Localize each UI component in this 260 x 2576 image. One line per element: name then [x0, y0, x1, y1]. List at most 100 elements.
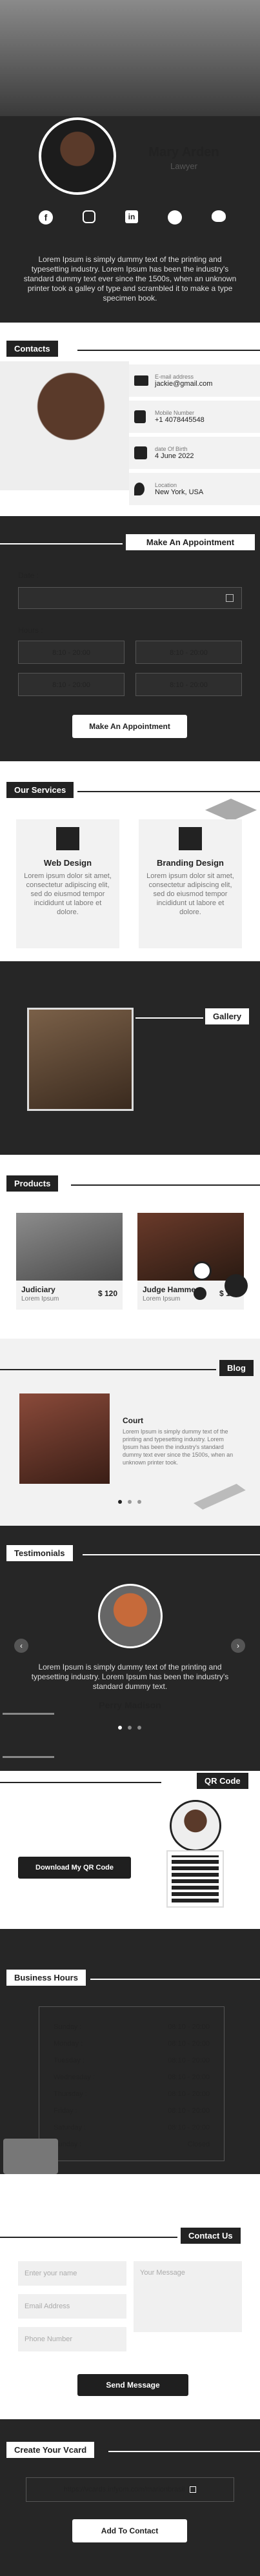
contact-value: +1 4078445548: [155, 416, 205, 424]
product-image: [16, 1213, 123, 1281]
twitter-icon[interactable]: [212, 210, 226, 222]
profile-name: Mary Arden: [148, 145, 219, 159]
product-card[interactable]: Judiciary Lorem Ipsum $ 120: [16, 1213, 123, 1310]
whatsapp-icon[interactable]: [168, 210, 182, 225]
hours-row: Sunday : Closed: [54, 2141, 210, 2148]
product-price: $ 120: [97, 1289, 117, 1298]
testimonials-heading: Testimonials: [6, 1545, 73, 1561]
gallery-image[interactable]: [27, 1008, 134, 1111]
download-qr-button[interactable]: Download My QR Code: [18, 1857, 131, 1879]
hours-row: Friday :08:10 - 20:00: [54, 2107, 210, 2115]
blog-title: Court: [123, 1416, 143, 1425]
email-input[interactable]: Email Address: [18, 2294, 126, 2319]
scales-icon: [3, 1713, 54, 1758]
product-name: Judge Hamme: [143, 1285, 196, 1294]
carousel-dots[interactable]: [118, 1500, 141, 1504]
share-icon[interactable]: [194, 1287, 206, 1300]
hours-row: Wednesday :08:10 - 20:00: [54, 2073, 210, 2081]
divider: [0, 2237, 177, 2238]
divider: [135, 1017, 203, 1019]
service-text: Lorem ipsum dolor sit amet, consectetur …: [24, 872, 112, 916]
services-heading: Our Services: [6, 782, 74, 798]
service-title: Branding Design: [156, 858, 224, 868]
divider: [0, 543, 123, 544]
appointment-heading: Make An Appointment: [126, 534, 255, 550]
contact-item[interactable]: Location New York, USA: [129, 473, 260, 505]
hours-label: Hours :: [18, 626, 43, 635]
prev-arrow-icon[interactable]: ‹: [14, 1639, 28, 1653]
qr-code-image: [166, 1850, 224, 1908]
facebook-icon[interactable]: f: [39, 210, 53, 225]
hours-row: Tuesday :08:10 - 20:00: [54, 2057, 210, 2064]
product-sub: Lorem Ipsum: [143, 1295, 181, 1303]
service-title: Web Design: [43, 858, 92, 868]
divider: [108, 2451, 260, 2452]
slot-button[interactable]: 8:10 - 20:00: [18, 673, 125, 696]
hours-table: Sunday :08:10 - 20:00 Monday :08:10 - 20…: [39, 2006, 225, 2161]
divider: [0, 1782, 161, 1783]
testimonial-text: Lorem Ipsum is simply dummy text of the …: [31, 1662, 229, 1691]
contact-item[interactable]: date Of Birth 4 June 2022: [129, 437, 260, 469]
divider: [0, 1369, 216, 1370]
profile-role: Lawyer: [170, 161, 197, 171]
service-card[interactable]: Branding Design Lorem ipsum dolor sit am…: [139, 819, 242, 948]
name-input[interactable]: Enter your name: [18, 2261, 126, 2286]
slot-button[interactable]: 8:10 - 20:00: [18, 641, 125, 664]
divider: [77, 350, 260, 351]
service-card[interactable]: Web Design Lorem ipsum dolor sit amet, c…: [16, 819, 119, 948]
blog-image[interactable]: [19, 1393, 110, 1484]
hero-banner: [0, 0, 260, 116]
linkedin-icon[interactable]: in: [125, 210, 138, 223]
add-to-contact-button[interactable]: Add To Contact: [72, 2519, 187, 2542]
contact-item[interactable]: Mobile Number +1 4078445548: [129, 401, 260, 433]
contact-value: jackie@gmail.com: [155, 380, 213, 388]
contacts-heading: Contacts: [6, 341, 58, 357]
contact-value: 4 June 2022: [155, 452, 194, 460]
profile-bio: Lorem Ipsum is simply dummy text of the …: [23, 255, 237, 303]
qr-heading: QR Code: [197, 1773, 248, 1789]
qr-float-icon[interactable]: [225, 1274, 248, 1297]
external-link-icon[interactable]: [190, 2486, 197, 2493]
send-message-button[interactable]: Send Message: [77, 2374, 188, 2396]
contact-label: date Of Birth: [155, 446, 188, 452]
hours-row: Monday :08:10 - 20:00: [54, 2040, 210, 2048]
phone-icon: [134, 410, 146, 423]
hours-row: Saturday :08:10 - 20:00: [54, 2124, 210, 2132]
books-icon: [3, 2139, 58, 2174]
slot-button[interactable]: 8:10 - 20:00: [135, 641, 242, 664]
divider: [71, 1184, 260, 1186]
appointment-button[interactable]: Make An Appointment: [72, 715, 187, 738]
contact-form-heading: Contact Us: [181, 2228, 241, 2244]
gallery-heading: Gallery: [205, 1008, 250, 1024]
product-name: Judiciary: [21, 1285, 55, 1294]
profile-photo: [39, 117, 116, 195]
hours-row: Sunday :08:10 - 20:00: [54, 2023, 210, 2031]
date-input[interactable]: [18, 587, 242, 609]
contact-item[interactable]: E-mail address jackie@gmail.com: [129, 364, 260, 397]
carousel-dots[interactable]: [118, 1726, 141, 1730]
calendar-icon: [226, 594, 234, 602]
testimonial-name: Perry Madison: [99, 1700, 161, 1710]
divider: [77, 791, 260, 792]
divider: [83, 1554, 260, 1555]
next-arrow-icon[interactable]: ›: [231, 1639, 245, 1653]
contact-value: New York, USA: [155, 488, 204, 496]
instagram-icon[interactable]: [83, 210, 95, 223]
message-input[interactable]: Your Message: [134, 2261, 242, 2332]
social-row: f in: [39, 210, 226, 225]
location-icon: [134, 483, 145, 495]
contact-label: E-mail address: [155, 374, 194, 380]
contact-label: Location: [155, 482, 177, 488]
whatsapp-float-icon[interactable]: [192, 1261, 212, 1281]
hours-row: Thursday :08:10 - 20:00: [54, 2090, 210, 2098]
vcard-url-field[interactable]: https://vcards.infyom.com/marionbrasil: [26, 2477, 234, 2502]
service-icon: [179, 827, 202, 850]
phone-input[interactable]: Phone Number: [18, 2327, 126, 2351]
product-card[interactable]: Judge Hamme Lorem Ipsum $ 120: [137, 1213, 244, 1310]
qr-avatar: [170, 1800, 221, 1852]
calendar-icon: [134, 446, 147, 459]
slot-button[interactable]: 8:10 - 20:00: [135, 673, 242, 696]
divider: [90, 1979, 260, 1980]
product-sub: Lorem Ipsum: [21, 1295, 59, 1303]
contacts-list: E-mail address jackie@gmail.com Mobile Nu…: [129, 364, 260, 505]
